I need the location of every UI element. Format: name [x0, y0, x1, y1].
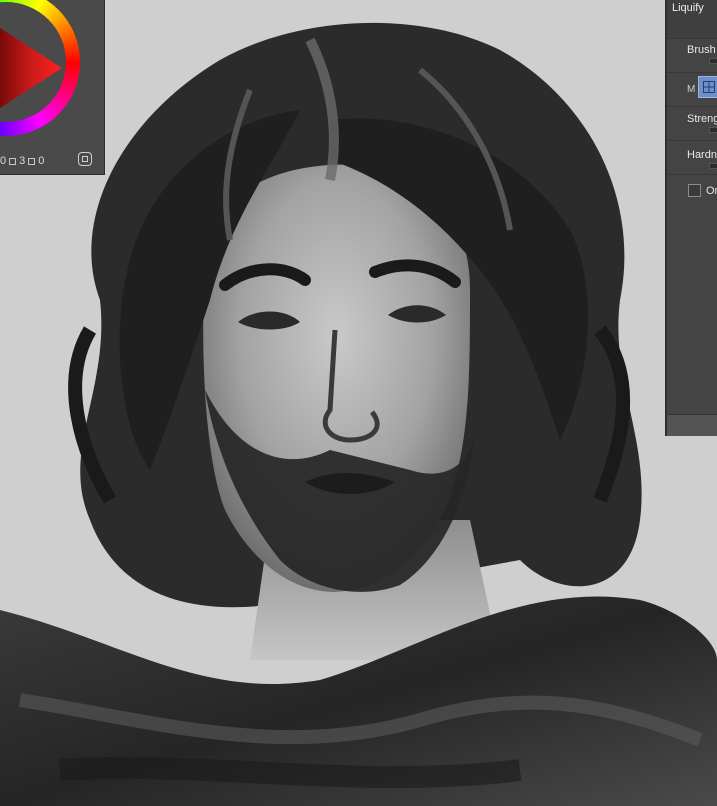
strength-slider[interactable]: [709, 127, 717, 133]
color-value-b: 3: [19, 155, 26, 167]
color-mode-box-2[interactable]: [28, 157, 36, 165]
brush-slider[interactable]: [709, 58, 717, 64]
strength-label: Streng: [687, 113, 717, 125]
panel-title: Liquify: [672, 2, 704, 14]
brush-label: Brush: [687, 44, 716, 56]
hardness-label: Hardne: [687, 149, 717, 161]
color-wheel-panel[interactable]: 0 3 0: [0, 0, 105, 175]
liquify-grid-icon[interactable]: [698, 76, 717, 98]
artwork-painting: [0, 22, 717, 806]
mode-label: M: [687, 84, 696, 95]
color-value-a: 0: [0, 155, 7, 167]
panel-footer: [667, 414, 717, 436]
option-checkbox-label: On: [706, 185, 717, 197]
brush-row: Brush: [667, 38, 717, 73]
hardness-row: Hardne: [667, 140, 717, 175]
hardness-slider[interactable]: [709, 163, 717, 169]
color-mode-box[interactable]: [9, 157, 17, 165]
palette-toggle-icon[interactable]: [78, 152, 92, 166]
option-checkbox[interactable]: [688, 184, 701, 197]
drawing-canvas[interactable]: [0, 0, 717, 806]
color-value-c: 0: [38, 155, 45, 167]
liquify-tool-panel: Liquify Brush M Streng Hardne On: [665, 0, 717, 436]
strength-row: Streng: [667, 106, 717, 141]
